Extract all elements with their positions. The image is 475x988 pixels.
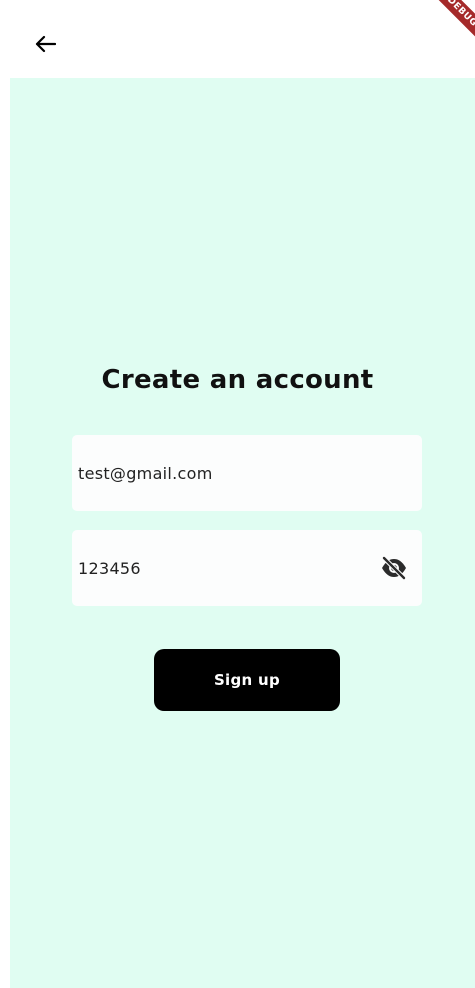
- email-field[interactable]: test@gmail.com: [72, 435, 422, 511]
- password-field-value: 123456: [78, 558, 141, 578]
- app-bar: DEBUG: [0, 0, 475, 78]
- signup-form-area: Create an account test@gmail.com 123456 …: [10, 78, 475, 988]
- signup-button[interactable]: Sign up: [154, 649, 340, 711]
- back-button[interactable]: [25, 24, 65, 64]
- debug-banner: DEBUG: [427, 0, 475, 48]
- eye-off-icon: [381, 556, 407, 580]
- email-field-value: test@gmail.com: [78, 463, 213, 483]
- arrow-left-icon: [35, 35, 56, 53]
- page-title: Create an account: [101, 365, 374, 395]
- debug-banner-label: DEBUG: [427, 0, 475, 48]
- password-field[interactable]: 123456: [72, 530, 422, 606]
- password-visibility-toggle[interactable]: [380, 556, 408, 580]
